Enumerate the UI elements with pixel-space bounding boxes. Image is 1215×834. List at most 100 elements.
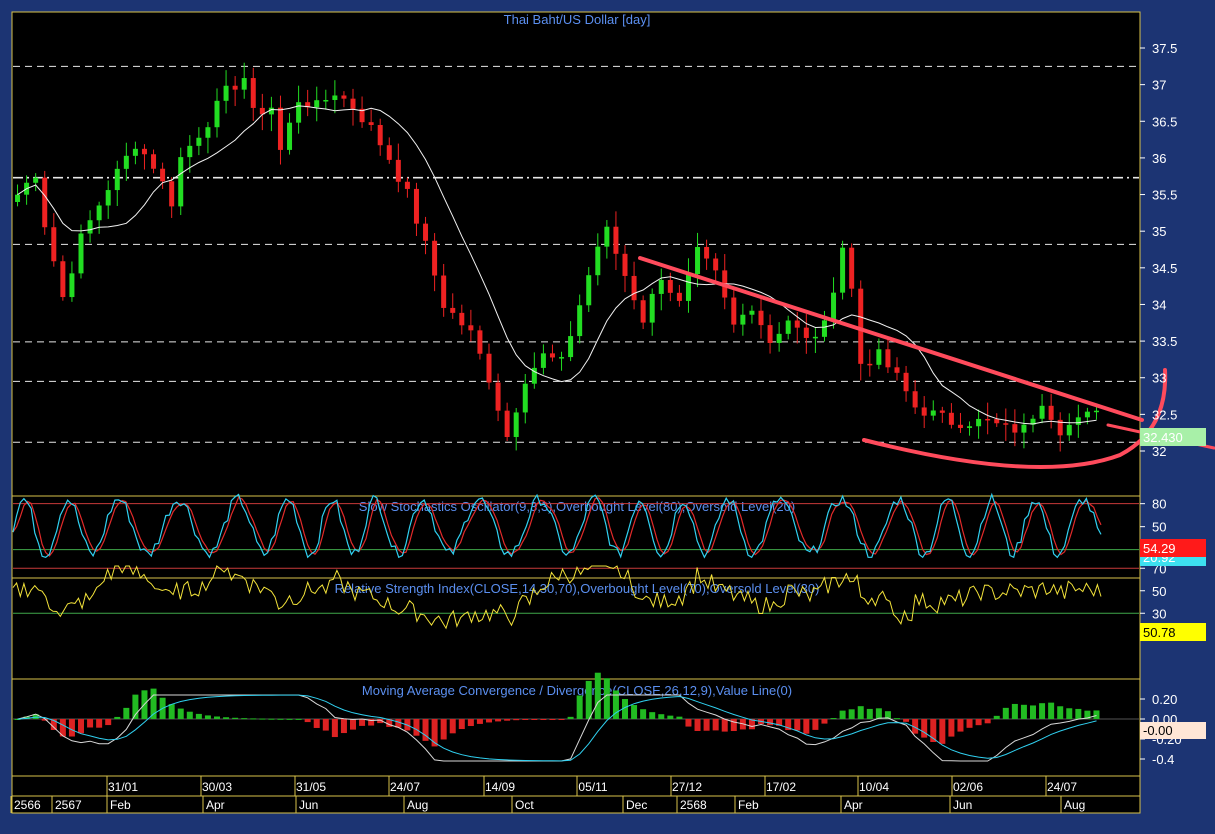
macd-histogram-bar bbox=[1093, 710, 1100, 719]
macd-histogram-bar bbox=[68, 719, 75, 737]
month-tick-label: Jun bbox=[299, 798, 318, 812]
svg-text:-0.00: -0.00 bbox=[1143, 723, 1173, 738]
macd-histogram-bar bbox=[984, 719, 991, 724]
date-tick-label: 24/07 bbox=[390, 780, 420, 794]
macd-histogram-bar bbox=[903, 719, 910, 722]
macd-histogram-bar bbox=[322, 719, 329, 731]
price-tick-label: 34 bbox=[1152, 297, 1166, 312]
macd-histogram-bar bbox=[948, 719, 955, 737]
macd-histogram-bar bbox=[957, 719, 964, 732]
macd-histogram-bar bbox=[195, 713, 202, 719]
macd-histogram-bar bbox=[603, 678, 610, 719]
macd-histogram-bar bbox=[839, 710, 846, 719]
macd-histogram-bar bbox=[259, 718, 266, 720]
macd-histogram-bar bbox=[350, 719, 356, 730]
macd-histogram-bar bbox=[522, 719, 529, 720]
date-tick-label: 10/04 bbox=[859, 780, 889, 794]
macd-histogram-bar bbox=[513, 719, 520, 721]
macd-histogram-bar bbox=[585, 680, 592, 719]
price-tick-label: 35 bbox=[1152, 224, 1166, 239]
date-tick-label: 27/12 bbox=[672, 780, 702, 794]
macd-histogram-bar bbox=[640, 709, 647, 719]
macd-histogram-bar bbox=[821, 719, 828, 724]
macd-histogram-bar bbox=[703, 719, 710, 731]
macd-histogram-bar bbox=[304, 719, 311, 723]
date-tick-label: 31/05 bbox=[296, 780, 326, 794]
macd-histogram-bar bbox=[667, 715, 674, 719]
macd-histogram-bar bbox=[1048, 702, 1055, 719]
macd-histogram-bar bbox=[721, 719, 728, 732]
price-tick-label: 32.5 bbox=[1152, 407, 1177, 422]
macd-histogram-bar bbox=[685, 719, 692, 727]
month-tick-label: Dec bbox=[626, 798, 647, 812]
macd-histogram-bar bbox=[105, 719, 112, 726]
macd-tick-label: -0.4 bbox=[1152, 752, 1174, 767]
macd-histogram-bar bbox=[223, 717, 230, 719]
macd-histogram-bar bbox=[921, 719, 928, 738]
macd-histogram-bar bbox=[894, 718, 900, 720]
macd-histogram-bar bbox=[767, 719, 774, 726]
macd-histogram-bar bbox=[658, 714, 665, 719]
macd-value-tag: -0.00 bbox=[1140, 722, 1206, 739]
price-tick-label: 33 bbox=[1152, 371, 1166, 386]
macd-histogram-bar bbox=[476, 719, 483, 724]
price-tick-label: 34.5 bbox=[1152, 261, 1177, 276]
macd-histogram-bar bbox=[87, 719, 94, 728]
macd-histogram-bar bbox=[1002, 707, 1009, 719]
month-tick-label: Aug bbox=[1064, 798, 1085, 812]
macd-histogram-bar bbox=[458, 719, 465, 730]
svg-text:50.78: 50.78 bbox=[1143, 625, 1176, 640]
macd-histogram-bar bbox=[848, 709, 855, 719]
month-tick-label: 2566 bbox=[14, 798, 41, 812]
macd-histogram-bar bbox=[594, 672, 601, 719]
price-tick-label: 36.5 bbox=[1152, 114, 1177, 129]
svg-text:54.29: 54.29 bbox=[1143, 541, 1176, 556]
price-tick-label: 33.5 bbox=[1152, 334, 1177, 349]
chart-canvas: Thai Baht/US Dollar [day] Slow Stochasti… bbox=[10, 11, 1215, 814]
price-last-value-tag: 32.430 bbox=[1140, 428, 1206, 446]
price-chart-title: Thai Baht/US Dollar [day] bbox=[504, 12, 651, 27]
svg-text:32.430: 32.430 bbox=[1143, 430, 1183, 445]
macd-histogram-bar bbox=[1030, 705, 1036, 719]
month-tick-label: Oct bbox=[515, 798, 534, 812]
macd-histogram-bar bbox=[250, 718, 257, 720]
month-tick-label: Jun bbox=[953, 798, 972, 812]
month-tick-label: Aug bbox=[407, 798, 428, 812]
price-candle bbox=[840, 240, 846, 300]
macd-histogram-bar bbox=[186, 711, 193, 719]
macd-histogram-bar bbox=[204, 715, 211, 719]
macd-histogram-bar bbox=[495, 719, 502, 722]
macd-histogram-bar bbox=[313, 719, 320, 728]
month-tick-label: Apr bbox=[206, 798, 225, 812]
macd-histogram-bar bbox=[1039, 703, 1046, 719]
price-panel bbox=[11, 11, 1141, 497]
date-tick-label: 02/06 bbox=[953, 780, 983, 794]
price-tick-label: 36 bbox=[1152, 151, 1166, 166]
date-tick-label: 05/11 bbox=[578, 780, 607, 794]
macd-histogram-bar bbox=[277, 718, 284, 720]
date-tick-label: 17/02 bbox=[766, 780, 796, 794]
macd-histogram-bar bbox=[114, 716, 121, 719]
rsi-tick-label: 30 bbox=[1152, 606, 1166, 621]
rsi-value-tag: 50.78 bbox=[1140, 623, 1206, 641]
macd-histogram-bar bbox=[830, 718, 837, 720]
macd-histogram-bar bbox=[1075, 708, 1082, 719]
macd-histogram-bar bbox=[939, 719, 946, 744]
macd-histogram-bar bbox=[331, 719, 338, 738]
macd-histogram-bar bbox=[286, 718, 293, 720]
macd-histogram-bar bbox=[866, 708, 873, 719]
date-tick-label: 30/03 bbox=[202, 780, 232, 794]
month-tick-label: Apr bbox=[844, 798, 863, 812]
macd-tick-label: 0.20 bbox=[1152, 692, 1177, 707]
rsi-tick-label: 50 bbox=[1152, 584, 1166, 599]
macd-histogram-bar bbox=[123, 707, 130, 719]
stochastic-tick-label: 50 bbox=[1152, 520, 1166, 535]
price-candle bbox=[178, 147, 184, 216]
macd-histogram-bar bbox=[794, 719, 801, 731]
macd-histogram-bar bbox=[504, 719, 511, 721]
macd-histogram-bar bbox=[875, 708, 882, 719]
macd-histogram-bar bbox=[78, 719, 84, 734]
macd-histogram-bar bbox=[993, 715, 1000, 719]
price-tick-label: 32 bbox=[1152, 444, 1166, 459]
macd-histogram-bar bbox=[567, 716, 574, 719]
